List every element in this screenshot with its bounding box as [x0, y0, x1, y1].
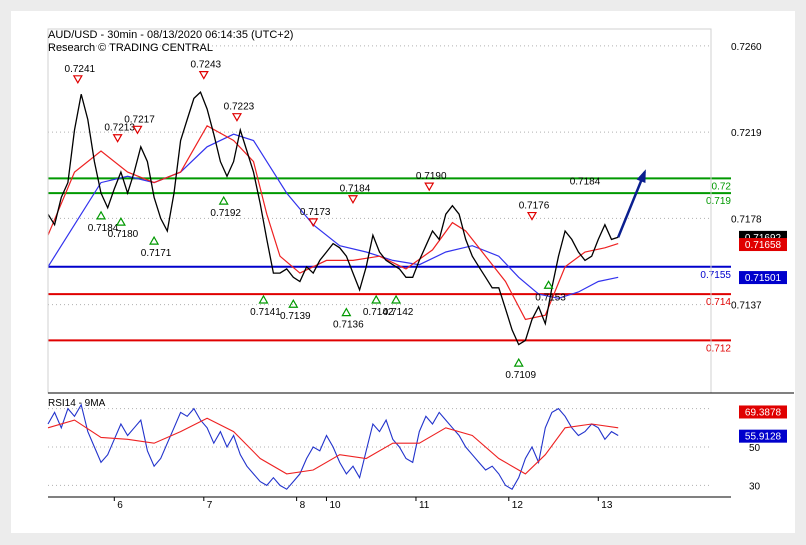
time-tick-label: 8 — [300, 500, 306, 511]
rsi-badge-label: 55.9128 — [745, 432, 782, 443]
annotation-label: 0.7180 — [108, 229, 139, 240]
price-tick-label: 0.7219 — [731, 128, 762, 139]
price-badge-label: 0.71658 — [745, 240, 782, 251]
time-tick-label: 10 — [329, 500, 341, 511]
support-marker-icon — [149, 235, 160, 245]
moving-average-red — [47, 124, 619, 321]
level-label: 0.72 — [712, 181, 732, 192]
time-tick-label: 13 — [601, 500, 613, 511]
chart-svg: 0.72 0.719 0.7155 0.714 0.712 0.7241 0.7243 0.… — [47, 28, 794, 511]
resistance-marker-icon — [231, 113, 242, 122]
annotation-label: 0.7192 — [210, 208, 241, 219]
annotation-label: 0.7176 — [519, 201, 550, 212]
resistance-marker-icon — [198, 71, 209, 80]
support-marker-icon — [288, 299, 299, 308]
annotation-label: 0.7139 — [280, 311, 311, 322]
annotation-label: 0.7173 — [300, 207, 331, 218]
time-tick-label: 12 — [512, 500, 524, 511]
annotation-label: 0.7241 — [65, 64, 96, 75]
annotation-label: 0.7184 — [340, 184, 371, 195]
level-label: 0.7155 — [700, 270, 731, 281]
rsi-badge-label: 69.3878 — [745, 407, 782, 418]
support-marker-icon — [258, 294, 269, 304]
annotation-label: 0.7223 — [224, 102, 255, 113]
chart-title: AUD/USD - 30min - 08/13/2020 06:14:35 (U… — [48, 29, 293, 41]
resistance-marker-icon — [526, 211, 538, 221]
annotation-label: 0.7109 — [505, 370, 536, 381]
price-tick-label: 0.7137 — [731, 301, 762, 312]
annotation-label: 0.7190 — [416, 171, 447, 182]
price-tick-label: 0.7260 — [731, 42, 762, 53]
support-marker-icon — [391, 294, 402, 304]
resistance-marker-icon — [112, 134, 123, 143]
forecast-arrow-shaft — [617, 171, 646, 238]
support-marker-icon — [96, 210, 107, 220]
price-axis: 0.72600.72190.71780.71370.716920.716580.… — [47, 28, 794, 394]
resistance-marker-icon — [72, 75, 83, 85]
rsi-tick-label: 30 — [749, 481, 761, 492]
time-tick-label: 11 — [419, 500, 430, 511]
annotation-label: 0.7184 — [570, 177, 601, 188]
annotation-label: 0.7243 — [191, 60, 222, 71]
level-label: 0.719 — [706, 196, 731, 207]
support-marker-icon — [341, 307, 352, 317]
resistance-marker-icon — [424, 182, 435, 192]
chart-frame: 0.72 0.719 0.7155 0.714 0.712 0.7241 0.7243 0.… — [11, 11, 795, 533]
support-marker-icon — [543, 280, 554, 289]
level-label: 0.712 — [706, 343, 731, 354]
forecast-arrow-head — [636, 169, 646, 184]
support-marker-icon — [115, 216, 126, 226]
resistance-marker-icon — [347, 195, 359, 204]
annotation-label: 0.7142 — [383, 307, 414, 318]
annotation-label: 0.7141 — [250, 307, 281, 318]
annotation-label: 0.7136 — [333, 320, 364, 331]
time-axis: 6 7 8 10 11 12 13 — [48, 496, 731, 511]
moving-average-blue — [47, 133, 619, 299]
annotations: 0.7241 0.72430.72130.72170.72230.71840.71… — [65, 60, 601, 382]
price-panel-border — [47, 28, 712, 394]
time-tick-label: 7 — [207, 500, 213, 511]
annotation-label: 0.7153 — [535, 292, 566, 303]
time-tick-label: 6 — [117, 500, 123, 511]
annotation-label: 0.7171 — [141, 248, 172, 259]
rsi-panel: 70503069.387855.9128 — [47, 403, 787, 492]
price-badge-label: 0.71501 — [745, 273, 782, 284]
level-lines: 0.72 0.719 0.7155 0.714 0.712 — [48, 177, 732, 354]
price-tick-label: 0.7178 — [731, 214, 762, 225]
chart-subtitle: Research © TRADING CENTRAL — [48, 42, 213, 54]
resistance-marker-icon — [308, 218, 319, 228]
annotation-label: 0.7217 — [124, 114, 155, 125]
support-marker-icon — [513, 357, 524, 367]
support-marker-icon — [218, 195, 229, 205]
rsi-title: RSI14 - 9MA — [48, 398, 106, 409]
level-label: 0.714 — [706, 297, 731, 308]
rsi-tick-label: 50 — [749, 443, 761, 454]
support-marker-icon — [371, 294, 382, 304]
